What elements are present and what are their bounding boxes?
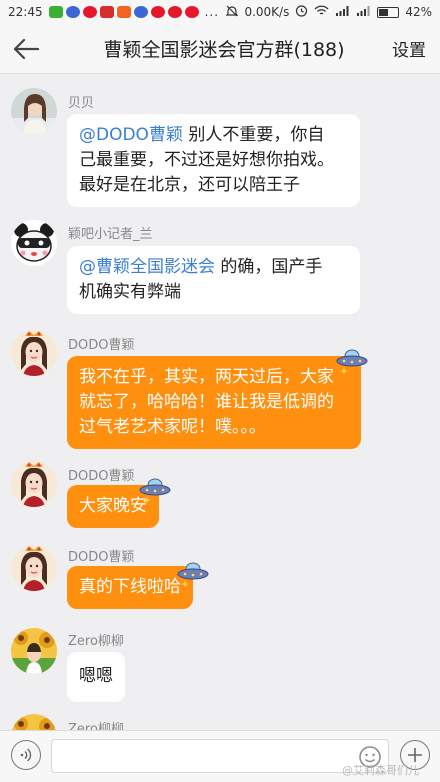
sender-name: DODO曹颖 (68, 338, 135, 353)
ufo-bubble-decoration-icon (177, 562, 209, 587)
message-bubble[interactable]: @曹颖全国影迷会 的确，国产手 机确实有弊端 (67, 246, 360, 314)
avatar[interactable] (11, 461, 57, 507)
wifi-icon (314, 5, 329, 20)
message-bubble[interactable]: @DODO曹颖 别人不重要，你自 己最重要，不过还是好想你拍戏。 最好是在北京，… (67, 114, 360, 207)
sender-name: Zero柳柳 (68, 634, 124, 649)
back-button[interactable] (0, 24, 52, 74)
status-bar: 22:45 ... 0.00K/s 42% (0, 0, 440, 24)
watermark: @艾莉森哥们儿 (342, 764, 419, 777)
message-line: @DODO曹颖 别人不重要，你自 (79, 123, 348, 148)
message-input[interactable] (51, 739, 389, 773)
status-time: 22:45 (8, 5, 43, 19)
voice-icon (20, 748, 32, 762)
message-text: 的确，国产手 (215, 257, 323, 277)
settings-button[interactable]: 设置 (378, 36, 440, 61)
message-line: 己最重要，不过还是好想你拍戏。 (79, 150, 334, 170)
weibo-icon (167, 6, 182, 18)
wechat-icon (48, 6, 63, 18)
message-line: 过气老艺术家呢！噗。。。 (79, 417, 266, 437)
ufo-bubble-decoration-icon (139, 478, 171, 503)
sender-name: DODO曹颖 (68, 550, 135, 565)
message-line: 就忘了，哈哈哈！谁让我是低调的 (79, 392, 334, 412)
mention-link[interactable]: @曹颖全国影迷会 (79, 257, 215, 277)
back-arrow-icon (13, 38, 40, 59)
chat-header: 曹颖全国影迷会官方群(188) 设置 (0, 24, 440, 74)
avatar[interactable] (11, 714, 57, 730)
notification-icons: ... (48, 5, 220, 19)
news-icon (99, 6, 114, 18)
status-right: 0.00K/s 42% (225, 4, 432, 20)
voice-button[interactable] (11, 740, 41, 770)
avatar[interactable] (11, 88, 57, 134)
sender-name: Zero柳柳 (68, 722, 124, 730)
ufo-bubble-decoration-icon (336, 349, 368, 374)
paw-icon (65, 6, 80, 18)
message-line: 大家晚安 (79, 496, 147, 516)
battery-percent: 42% (405, 5, 432, 19)
avatar[interactable] (11, 545, 57, 591)
avatar[interactable] (11, 220, 57, 266)
alarm-icon (295, 4, 308, 20)
net-speed: 0.00K/s (244, 5, 290, 19)
message-line: 真的下线啦哈 (79, 577, 181, 597)
message-bubble[interactable]: 我不在乎，其实，两天过后，大家 就忘了，哈哈哈！谁让我是低调的 过气老艺术家呢！… (67, 356, 361, 449)
message-line: 最好是在北京，还可以陪王子 (79, 175, 300, 195)
sender-name: 贝贝 (68, 96, 95, 111)
more-notifications: ... (204, 5, 220, 19)
avatar[interactable] (11, 628, 57, 674)
mute-icon (225, 5, 239, 20)
signal-icon (356, 5, 371, 20)
message-bubble[interactable]: 真的下线啦哈 (67, 566, 193, 609)
mention-link[interactable]: @DODO曹颖 (79, 125, 183, 145)
paw-icon (133, 6, 148, 18)
sender-name: 颖吧小记者_兰 (68, 227, 153, 242)
message-bubble[interactable]: 嗯嗯 (67, 652, 125, 702)
page-title: 曹颖全国影迷会官方群(188) (103, 39, 345, 61)
message-list[interactable]: 贝贝 @DODO曹颖 别人不重要，你自 己最重要，不过还是好想你拍戏。 最好是在… (0, 74, 440, 730)
message-text: 别人不重要，你自 (188, 125, 325, 145)
weibo-icon (184, 6, 199, 18)
message-line: 我不在乎，其实，两天过后，大家 (79, 367, 334, 387)
signal-icon (335, 5, 350, 20)
message-line: 机确实有弊端 (79, 282, 181, 302)
avatar[interactable] (11, 330, 57, 376)
message-line: @曹颖全国影迷会 的确，国产手 (79, 255, 348, 280)
mail-icon (116, 6, 131, 18)
weibo-icon (82, 6, 97, 18)
battery-icon (377, 6, 400, 18)
message-line: 嗯嗯 (79, 666, 113, 686)
weibo-icon (150, 6, 165, 18)
sender-name: DODO曹颖 (68, 469, 135, 484)
